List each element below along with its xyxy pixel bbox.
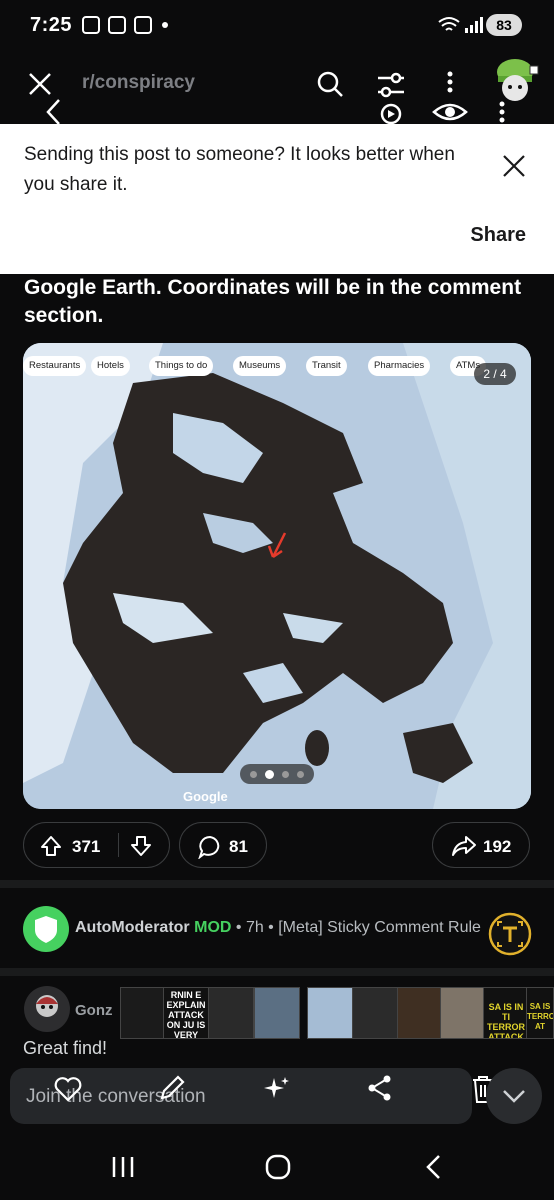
gallery-pagination — [240, 764, 314, 784]
battery-indicator: 83 — [486, 14, 522, 36]
collapse-button[interactable] — [486, 1068, 542, 1124]
home-icon[interactable] — [264, 1153, 292, 1181]
recent-thumbnail-10[interactable]: SA IS TERROR AT — [526, 987, 554, 1039]
share-nodes-icon[interactable] — [366, 1074, 394, 1102]
notification-icon — [108, 16, 126, 34]
wifi-icon — [438, 17, 460, 31]
recent-thumbnail-7[interactable] — [397, 987, 443, 1039]
screenshot-icon — [82, 16, 100, 34]
post-title[interactable]: Google Earth. Coordinates will be in the… — [24, 274, 534, 330]
map-chip-transit: Transit — [306, 356, 347, 376]
recent-thumbnail-2[interactable]: RNIN E EXPLAIN ATTACK ON JU IS VERY WRO — [163, 987, 209, 1039]
subreddit-name[interactable]: r/conspiracy — [82, 72, 195, 94]
share-button[interactable]: 192 — [432, 822, 530, 868]
status-time: 7:25 — [30, 14, 73, 36]
commenter-name[interactable]: Gonz — [75, 1002, 113, 1019]
search-icon[interactable] — [316, 70, 344, 98]
share-count: 192 — [483, 837, 512, 856]
google-watermark: Google — [183, 789, 228, 804]
text-recognition-icon[interactable] — [488, 912, 532, 956]
thumbnail-2-text: RNIN E EXPLAIN ATTACK ON JU IS VERY WRO — [166, 990, 206, 1039]
vote-pill: 371 — [23, 822, 170, 868]
recent-thumbnail-6[interactable] — [352, 987, 398, 1039]
share-suggestion-banner: Sending this post to someone? It looks b… — [0, 124, 554, 274]
more-options-icon[interactable] — [432, 70, 468, 124]
signal-icon — [465, 17, 483, 33]
post-image-gallery[interactable] — [23, 343, 531, 809]
upvote-count: 371 — [72, 837, 101, 856]
dismiss-banner-icon[interactable] — [502, 154, 526, 178]
map-chip-pharmacies: Pharmacies — [368, 356, 431, 376]
commenter-avatar[interactable] — [24, 986, 70, 1032]
user-avatar[interactable] — [490, 54, 540, 104]
gallery-dot-2-active[interactable] — [265, 770, 274, 779]
heart-icon[interactable] — [54, 1076, 82, 1102]
vote-divider — [118, 833, 119, 857]
recent-thumbnail-8[interactable] — [440, 987, 486, 1039]
map-chip-museums: Museums — [233, 356, 287, 376]
gallery-icon — [134, 16, 152, 34]
more-notifications-dot — [162, 22, 168, 28]
comment-meta: • 7h • [Meta] Sticky Comment Rule — [235, 919, 481, 936]
comment-count: 81 — [229, 837, 248, 856]
gallery-counter: 2 / 4 — [474, 363, 516, 385]
map-chip-restaurants: Restaurants — [23, 356, 87, 376]
comment-author[interactable]: AutoModerator MOD • 7h • [Meta] Sticky C… — [75, 919, 481, 937]
satellite-image — [23, 343, 531, 809]
recent-thumbnail-3[interactable] — [208, 987, 254, 1039]
status-bar: 7:25 83 — [0, 0, 554, 50]
share-arrow-icon — [452, 836, 476, 856]
thumbnail-10-text: SA IS TERROR AT — [527, 1002, 553, 1031]
share-banner-message: Sending this post to someone? It looks b… — [24, 144, 455, 195]
recent-thumbnail-5[interactable] — [307, 987, 353, 1039]
gallery-dot-3[interactable] — [282, 771, 289, 778]
comments-button[interactable]: 81 — [179, 822, 267, 868]
filter-icon[interactable] — [376, 70, 406, 124]
comment-body: Great find! — [23, 1038, 108, 1058]
automoderator-avatar[interactable] — [23, 906, 69, 952]
recent-thumbnail-4[interactable] — [254, 987, 300, 1039]
thumbnail-9-text: SA IS IN TI TERROR ATTACK ON — [487, 1002, 525, 1039]
back-arrow-icon[interactable] — [44, 98, 62, 126]
upvote-icon[interactable] — [40, 835, 62, 857]
comment-divider — [0, 968, 554, 976]
recent-apps-icon[interactable] — [110, 1155, 136, 1179]
gallery-dot-1[interactable] — [250, 771, 257, 778]
chevron-down-icon — [503, 1090, 525, 1103]
share-banner-button[interactable]: Share — [470, 224, 526, 247]
section-divider — [0, 880, 554, 888]
mod-badge: MOD — [194, 919, 232, 936]
sparkle-icon[interactable] — [262, 1074, 292, 1104]
gallery-dot-4[interactable] — [297, 771, 304, 778]
map-chip-things-to-do: Things to do — [149, 356, 214, 376]
downvote-icon[interactable] — [130, 835, 152, 857]
recent-thumbnail-1[interactable] — [120, 987, 166, 1039]
close-icon[interactable] — [28, 72, 52, 96]
comment-bubble-icon — [198, 835, 220, 859]
map-chip-hotels: Hotels — [91, 356, 130, 376]
recent-thumbnail-9[interactable]: SA IS IN TI TERROR ATTACK ON — [483, 987, 529, 1039]
back-icon[interactable] — [424, 1153, 442, 1181]
comment-author-name[interactable]: AutoModerator — [75, 919, 190, 936]
edit-pencil-icon[interactable] — [158, 1074, 186, 1102]
